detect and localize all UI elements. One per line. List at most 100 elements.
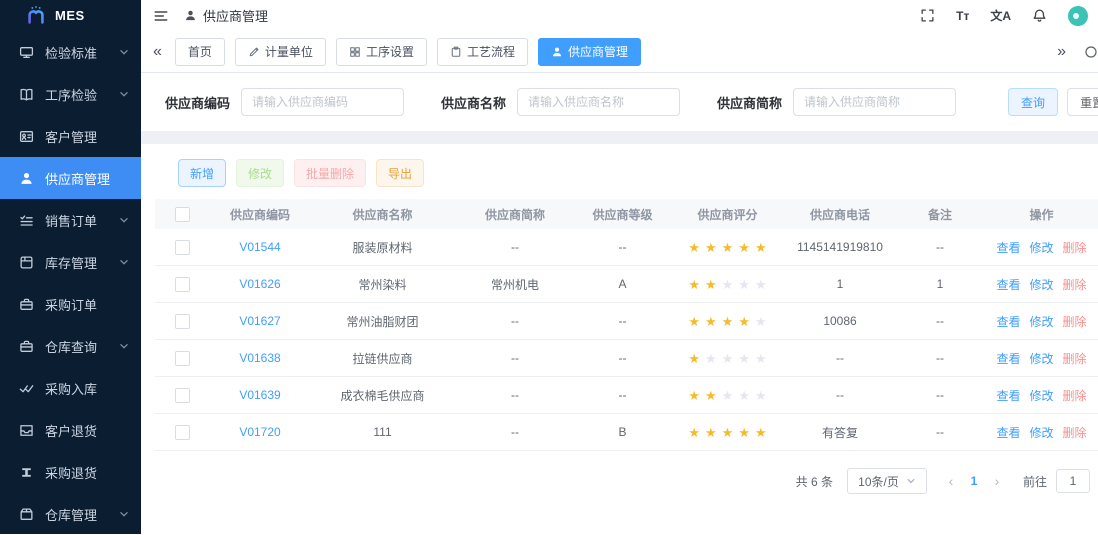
select-all-checkbox[interactable]: [175, 207, 190, 222]
view-link[interactable]: 查看: [996, 276, 1020, 293]
sidebar-item[interactable]: 工序检验: [0, 73, 141, 115]
supplier-grade: --: [575, 351, 670, 365]
clipboard-icon: [450, 46, 462, 58]
sidebar-item[interactable]: 仓库查询: [0, 325, 141, 367]
row-checkbox[interactable]: [175, 277, 190, 292]
supplier-code-link[interactable]: V01639: [239, 388, 280, 402]
supplier-code-link[interactable]: V01626: [239, 277, 280, 291]
edit-button[interactable]: 修改: [236, 159, 284, 187]
row-checkbox[interactable]: [175, 240, 190, 255]
reset-button[interactable]: 重置: [1067, 88, 1098, 116]
edit-link[interactable]: 修改: [1029, 350, 1053, 367]
user-icon: [551, 46, 563, 58]
fullscreen-icon[interactable]: [920, 8, 935, 23]
breadcrumb: 供应商管理: [184, 6, 268, 25]
delete-link[interactable]: 删除: [1063, 239, 1087, 256]
delete-link[interactable]: 删除: [1063, 350, 1087, 367]
sidebar-item[interactable]: 库存管理: [0, 241, 141, 283]
supplier-short-name: --: [455, 425, 575, 439]
tabs-scroll-left-icon[interactable]: «: [150, 44, 165, 60]
star-icon: ★: [688, 241, 700, 254]
supplier-code-link[interactable]: V01544: [239, 240, 280, 254]
tab-label: 计量单位: [265, 43, 313, 60]
supplier-phone: 1145141919810: [785, 240, 895, 254]
page-size-select[interactable]: 10条/页: [847, 468, 927, 494]
supplier-name: 拉链供应商: [310, 350, 455, 367]
table-row: V01626常州染料常州机电A★★★★★11查看修改删除: [155, 266, 1098, 303]
search-input[interactable]: [793, 88, 956, 116]
query-button[interactable]: 查询: [1008, 88, 1058, 116]
avatar[interactable]: [1068, 6, 1088, 26]
star-icon: ★: [738, 278, 750, 291]
delete-link[interactable]: 删除: [1063, 313, 1087, 330]
row-checkbox[interactable]: [175, 351, 190, 366]
tabs-scroll-right-icon[interactable]: »: [1054, 44, 1069, 60]
inbox-icon: [19, 423, 34, 438]
column-header: 供应商编码: [210, 206, 310, 223]
double-check-icon: [19, 381, 34, 396]
view-link[interactable]: 查看: [996, 350, 1020, 367]
view-link[interactable]: 查看: [996, 424, 1020, 441]
delete-link[interactable]: 删除: [1063, 424, 1087, 441]
supplier-code-link[interactable]: V01627: [239, 314, 280, 328]
sidebar-item[interactable]: 客户退货: [0, 409, 141, 451]
tab-item[interactable]: 工艺流程: [437, 38, 528, 66]
tab-item[interactable]: 计量单位: [235, 38, 326, 66]
sidebar-item[interactable]: 仓库管理: [0, 493, 141, 535]
supplier-rating: ★★★★★: [670, 241, 785, 254]
supplier-code-link[interactable]: V01720: [239, 425, 280, 439]
edit-link[interactable]: 修改: [1029, 424, 1053, 441]
view-link[interactable]: 查看: [996, 387, 1020, 404]
star-icon: ★: [755, 426, 767, 439]
add-button[interactable]: 新增: [178, 159, 226, 187]
row-checkbox[interactable]: [175, 425, 190, 440]
tab-item[interactable]: 工序设置: [336, 38, 427, 66]
hamburger-icon[interactable]: [153, 8, 169, 24]
supplier-code-link[interactable]: V01638: [239, 351, 280, 365]
table-row: V01627常州油脂财团----★★★★★10086--查看修改删除: [155, 303, 1098, 340]
chevron-down-icon: [118, 88, 130, 100]
bell-icon[interactable]: [1032, 8, 1047, 23]
sidebar-item[interactable]: 供应商管理: [0, 157, 141, 199]
row-checkbox[interactable]: [175, 314, 190, 329]
edit-link[interactable]: 修改: [1029, 276, 1053, 293]
delete-link[interactable]: 删除: [1063, 387, 1087, 404]
section-separator: [141, 131, 1098, 144]
column-header: 供应商名称: [310, 206, 455, 223]
spool-icon: [19, 465, 34, 480]
goto-page-input[interactable]: [1056, 469, 1090, 493]
export-button[interactable]: 导出: [376, 159, 424, 187]
sidebar-item[interactable]: 采购退货: [0, 451, 141, 493]
content: 新增修改批量删除导出 供应商编码供应商名称供应商简称供应商等级供应商评分供应商电…: [141, 159, 1098, 494]
page-number-1[interactable]: 1: [963, 474, 985, 488]
batch-delete-button[interactable]: 批量删除: [294, 159, 366, 187]
supplier-name: 常州油脂财团: [310, 313, 455, 330]
delete-link[interactable]: 删除: [1063, 276, 1087, 293]
search-input[interactable]: [517, 88, 680, 116]
sidebar-item[interactable]: 采购入库: [0, 367, 141, 409]
star-icon: ★: [722, 315, 734, 328]
tab-item[interactable]: 首页: [175, 38, 225, 66]
sidebar-menu: 检验标准工序检验客户管理供应商管理销售订单库存管理采购订单仓库查询采购入库客户退…: [0, 31, 141, 535]
row-checkbox[interactable]: [175, 388, 190, 403]
tab-active[interactable]: 供应商管理: [538, 38, 641, 66]
font-size-icon[interactable]: Tт: [956, 10, 969, 22]
tabs-refresh-icon[interactable]: [1084, 45, 1098, 59]
next-page-button[interactable]: ›: [985, 474, 1009, 488]
sidebar-item[interactable]: 销售订单: [0, 199, 141, 241]
search-input[interactable]: [241, 88, 404, 116]
view-link[interactable]: 查看: [996, 313, 1020, 330]
sidebar-item[interactable]: 采购订单: [0, 283, 141, 325]
supplier-phone: 有答复: [785, 424, 895, 441]
sidebar-item[interactable]: 检验标准: [0, 31, 141, 73]
edit-link[interactable]: 修改: [1029, 313, 1053, 330]
column-header: 供应商电话: [785, 206, 895, 223]
view-link[interactable]: 查看: [996, 239, 1020, 256]
prev-page-button[interactable]: ‹: [939, 474, 963, 488]
edit-link[interactable]: 修改: [1029, 387, 1053, 404]
tab-label: 工序设置: [366, 43, 414, 60]
language-icon[interactable]: 文A: [990, 10, 1011, 22]
chevron-down-icon: [906, 476, 916, 486]
sidebar-item[interactable]: 客户管理: [0, 115, 141, 157]
edit-link[interactable]: 修改: [1029, 239, 1053, 256]
